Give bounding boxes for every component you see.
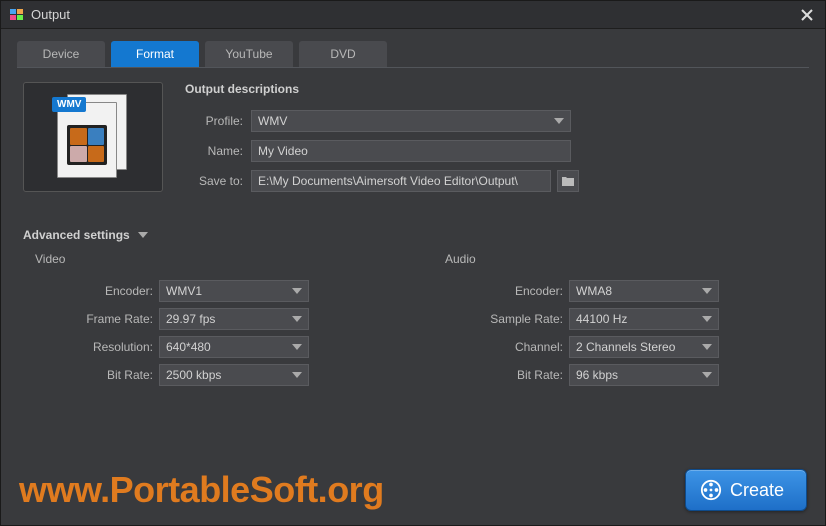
close-button[interactable] bbox=[797, 9, 817, 21]
saveto-input-wrap bbox=[251, 170, 551, 192]
chevron-down-icon bbox=[292, 344, 302, 350]
tab-strip: Device Format YouTube DVD bbox=[1, 29, 825, 67]
create-button[interactable]: Create bbox=[685, 469, 807, 511]
chevron-down-icon bbox=[138, 232, 148, 238]
tab-dvd[interactable]: DVD bbox=[299, 41, 387, 67]
name-input-wrap bbox=[251, 140, 571, 162]
video-bitrate-label: Bit Rate: bbox=[23, 368, 153, 382]
footer: www.PortableSoft.org Create bbox=[1, 465, 825, 525]
tab-youtube[interactable]: YouTube bbox=[205, 41, 293, 67]
name-input[interactable] bbox=[258, 144, 564, 158]
chevron-down-icon bbox=[702, 344, 712, 350]
watermark-text: www.PortableSoft.org bbox=[19, 469, 384, 511]
audio-bitrate-value: 96 kbps bbox=[576, 368, 618, 382]
browse-folder-button[interactable] bbox=[557, 170, 579, 192]
audio-settings-col: Audio Encoder: WMA8 Sample Rate: 44100 H… bbox=[433, 248, 803, 392]
output-descriptions-row: WMV Output descriptions Profile: WMV Nam… bbox=[23, 82, 803, 200]
chevron-down-icon bbox=[702, 288, 712, 294]
audio-encoder-value: WMA8 bbox=[576, 284, 612, 298]
format-badge: WMV bbox=[52, 97, 86, 112]
channel-select[interactable]: 2 Channels Stereo bbox=[569, 336, 719, 358]
saveto-label: Save to: bbox=[185, 174, 243, 188]
audio-bitrate-label: Bit Rate: bbox=[433, 368, 563, 382]
titlebar: Output bbox=[1, 1, 825, 29]
samplerate-select[interactable]: 44100 Hz bbox=[569, 308, 719, 330]
resolution-label: Resolution: bbox=[23, 340, 153, 354]
advanced-heading: Advanced settings bbox=[23, 228, 130, 242]
chevron-down-icon bbox=[292, 316, 302, 322]
video-encoder-select[interactable]: WMV1 bbox=[159, 280, 309, 302]
audio-section-title: Audio bbox=[445, 252, 803, 266]
audio-bitrate-select[interactable]: 96 kbps bbox=[569, 364, 719, 386]
chevron-down-icon bbox=[554, 118, 564, 124]
channel-value: 2 Channels Stereo bbox=[576, 340, 675, 354]
output-descriptions: Output descriptions Profile: WMV Name: S bbox=[185, 82, 803, 200]
video-bitrate-select[interactable]: 2500 kbps bbox=[159, 364, 309, 386]
chevron-down-icon bbox=[702, 316, 712, 322]
video-bitrate-value: 2500 kbps bbox=[166, 368, 221, 382]
descriptions-heading: Output descriptions bbox=[185, 82, 803, 96]
framerate-value: 29.97 fps bbox=[166, 312, 215, 326]
format-thumbnail: WMV bbox=[57, 94, 129, 180]
format-thumbnail-box: WMV bbox=[23, 82, 163, 192]
output-dialog: Output Device Format YouTube DVD WMV Out… bbox=[0, 0, 826, 526]
close-icon bbox=[801, 9, 813, 21]
audio-encoder-select[interactable]: WMA8 bbox=[569, 280, 719, 302]
create-label: Create bbox=[730, 480, 784, 501]
advanced-settings-toggle[interactable]: Advanced settings bbox=[23, 228, 803, 242]
video-section-title: Video bbox=[35, 252, 393, 266]
profile-value: WMV bbox=[258, 114, 287, 128]
saveto-input[interactable] bbox=[258, 174, 544, 188]
chevron-down-icon bbox=[292, 288, 302, 294]
tab-format[interactable]: Format bbox=[111, 41, 199, 67]
advanced-settings: Video Encoder: WMV1 Frame Rate: 29.97 fp… bbox=[23, 248, 803, 392]
video-encoder-value: WMV1 bbox=[166, 284, 202, 298]
window-title: Output bbox=[31, 7, 797, 22]
framerate-label: Frame Rate: bbox=[23, 312, 153, 326]
app-icon bbox=[9, 7, 25, 23]
samplerate-value: 44100 Hz bbox=[576, 312, 627, 326]
film-reel-icon bbox=[700, 479, 722, 501]
content-panel: WMV Output descriptions Profile: WMV Nam… bbox=[17, 67, 809, 457]
film-icon bbox=[67, 125, 107, 165]
framerate-select[interactable]: 29.97 fps bbox=[159, 308, 309, 330]
video-encoder-label: Encoder: bbox=[23, 284, 153, 298]
audio-encoder-label: Encoder: bbox=[433, 284, 563, 298]
folder-icon bbox=[561, 175, 575, 187]
channel-label: Channel: bbox=[433, 340, 563, 354]
profile-select[interactable]: WMV bbox=[251, 110, 571, 132]
profile-label: Profile: bbox=[185, 114, 243, 128]
resolution-value: 640*480 bbox=[166, 340, 211, 354]
name-label: Name: bbox=[185, 144, 243, 158]
tab-device[interactable]: Device bbox=[17, 41, 105, 67]
samplerate-label: Sample Rate: bbox=[433, 312, 563, 326]
chevron-down-icon bbox=[292, 372, 302, 378]
video-settings-col: Video Encoder: WMV1 Frame Rate: 29.97 fp… bbox=[23, 248, 393, 392]
resolution-select[interactable]: 640*480 bbox=[159, 336, 309, 358]
chevron-down-icon bbox=[702, 372, 712, 378]
